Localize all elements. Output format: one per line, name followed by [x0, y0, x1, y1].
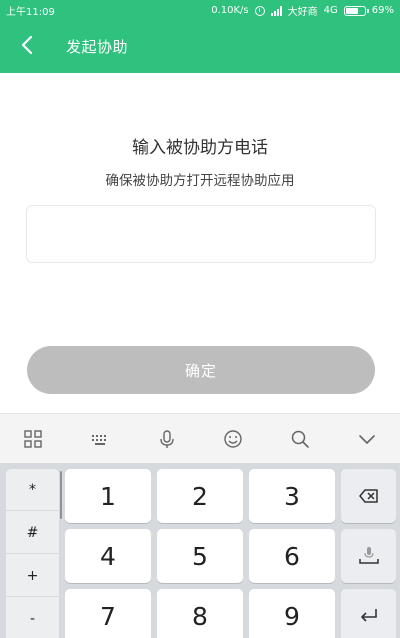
status-bar: 上午11:09 0.10K/s 大好商 4G 69%: [0, 0, 400, 19]
battery-icon: [343, 5, 369, 16]
subheading: 确保被协助方打开远程协助应用: [105, 173, 295, 189]
heading: 输入被协助方电话: [132, 138, 268, 158]
main-content: 输入被协助方电话 确保被协助方打开远程协助应用 确定: [0, 73, 400, 413]
carrier-name: 大好商: [287, 7, 318, 18]
digit-key-6[interactable]: 6: [249, 529, 335, 583]
digit-key-1[interactable]: 1: [65, 469, 151, 523]
digit-key-4[interactable]: 4: [65, 529, 151, 583]
digit-key-5[interactable]: 5: [157, 529, 243, 583]
emoji-icon: [224, 429, 242, 448]
status-time: 上午11:09: [6, 7, 55, 18]
back-arrow-icon: [21, 35, 33, 55]
symbol-key-plus[interactable]: +: [6, 555, 59, 597]
digit-key-8[interactable]: 8: [157, 589, 243, 638]
status-right: 0.10K/s 大好商 4G 69%: [211, 3, 394, 18]
top-bar: 上午11:09 0.10K/s 大好商 4G 69% 发起协助: [0, 0, 400, 73]
battery-percent: 69%: [371, 5, 394, 16]
symbol-key-minus[interactable]: -: [6, 598, 59, 638]
symbol-key-asterisk[interactable]: *: [6, 469, 59, 511]
symbol-column[interactable]: * # + -: [6, 469, 59, 638]
numeric-keyboard: * # + - 1 2 3 4 5 6 7 8 9: [0, 463, 400, 638]
digit-key-9[interactable]: 9: [249, 589, 335, 638]
symbol-key-hash[interactable]: #: [6, 512, 59, 554]
digit-key-7[interactable]: 7: [65, 589, 151, 638]
phone-input[interactable]: [26, 205, 376, 263]
alarm-icon: [254, 5, 265, 16]
signal-icon: [270, 5, 282, 16]
microphone-icon: [159, 429, 174, 448]
confirm-button[interactable]: 确定: [27, 346, 375, 394]
digit-key-3[interactable]: 3: [249, 469, 335, 523]
voice-input-space-icon: [358, 547, 379, 564]
network-type: 4G: [323, 5, 338, 16]
page-title: 发起协助: [66, 38, 129, 56]
grid-button[interactable]: [18, 424, 48, 454]
grid-icon: [24, 429, 43, 448]
keyboard-switch-button[interactable]: [85, 424, 115, 454]
collapse-keyboard-icon: [358, 434, 375, 444]
collapse-keyboard-button[interactable]: [352, 424, 382, 454]
emoji-button[interactable]: [218, 424, 248, 454]
network-speed: 0.10K/s: [211, 5, 249, 16]
symbol-scrollbar[interactable]: [60, 471, 62, 519]
voice-space-key[interactable]: [341, 529, 396, 583]
app-bar: 发起协助: [0, 19, 400, 73]
search-button[interactable]: [285, 424, 315, 454]
digit-key-2[interactable]: 2: [157, 469, 243, 523]
backspace-icon: [358, 489, 378, 503]
backspace-key[interactable]: [341, 469, 396, 523]
back-button[interactable]: [14, 31, 42, 59]
enter-key[interactable]: [341, 589, 396, 638]
keyboard-icon: [91, 434, 106, 445]
enter-icon: [360, 609, 377, 622]
voice-button[interactable]: [152, 424, 182, 454]
keyboard-toolbar: [0, 413, 400, 463]
search-icon: [291, 430, 309, 448]
